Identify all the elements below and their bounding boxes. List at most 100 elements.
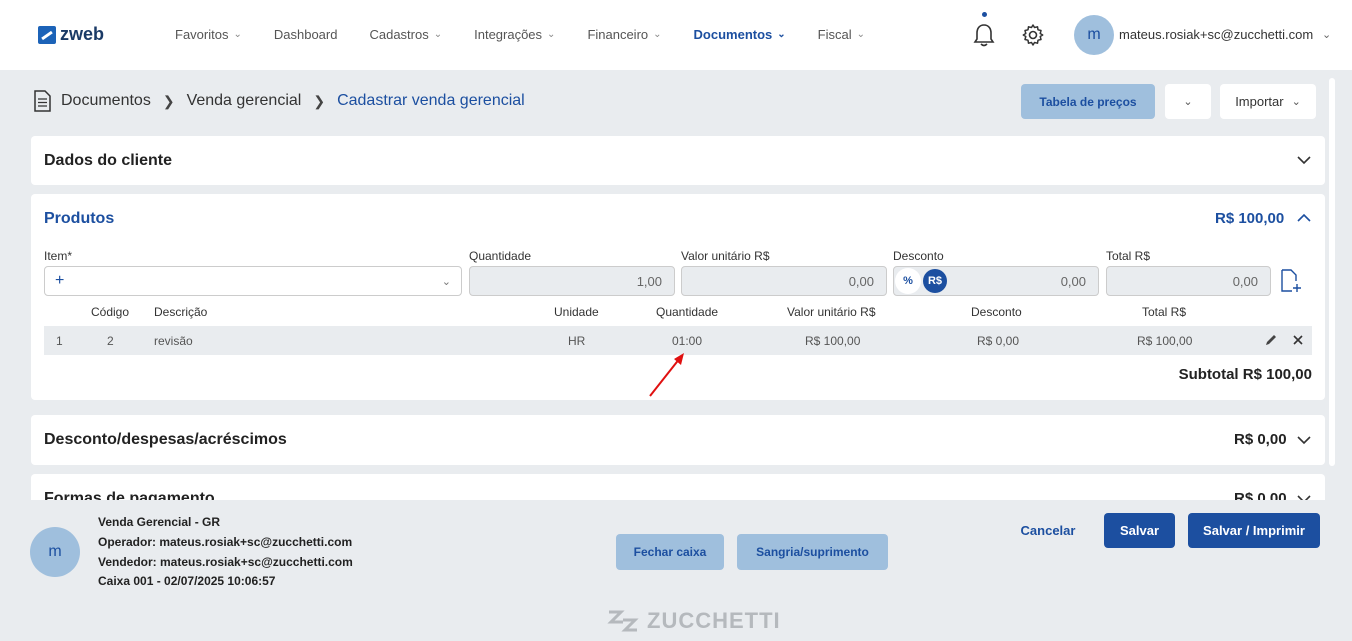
operator-avatar: m xyxy=(30,527,80,577)
chevron-right-icon: ❯ xyxy=(162,92,175,109)
zweb-logo[interactable]: zweb xyxy=(38,24,104,45)
breadcrumb: Documentos ❯ Venda gerencial ❯ Cadastrar… xyxy=(33,90,525,112)
section-title: Produtos xyxy=(44,210,115,227)
total-field: 0,00 xyxy=(1106,266,1271,296)
cancel-button[interactable]: Cancelar xyxy=(1010,513,1086,548)
chevron-up-icon[interactable] xyxy=(1297,213,1311,223)
breadcrumb-current: Cadastrar venda gerencial xyxy=(337,92,525,109)
footer-operador: Operador: mateus.rosiak+sc@zucchetti.com xyxy=(98,535,353,549)
col-codigo: Código xyxy=(91,305,130,319)
chevron-down-icon: ⌄ xyxy=(653,29,662,40)
nav-cadastros[interactable]: Cadastros ⌄ xyxy=(369,27,442,42)
chevron-down-icon: ⌄ xyxy=(777,29,786,40)
quantidade-label: Quantidade xyxy=(469,249,532,263)
breadcrumb-documentos[interactable]: Documentos xyxy=(61,92,151,110)
section-title: Dados do cliente xyxy=(44,152,173,169)
add-document-icon[interactable] xyxy=(1280,269,1302,293)
col-unidade: Unidade xyxy=(554,305,599,319)
desconto-value: 0,00 xyxy=(1060,273,1086,289)
col-quantidade: Quantidade xyxy=(656,305,719,319)
top-navigation-bar: zweb Favoritos ⌄ Dashboard Cadastros ⌄ Int… xyxy=(0,0,1352,70)
row-total: R$ 100,00 xyxy=(1137,334,1193,348)
chevron-down-icon: ⌄ xyxy=(856,29,865,40)
item-select[interactable]: + ⌄ xyxy=(44,266,462,296)
edit-icon[interactable] xyxy=(1264,333,1278,347)
nav-documentos[interactable]: Documentos ⌄ xyxy=(694,27,786,42)
zweb-logo-icon xyxy=(38,25,56,44)
chevron-down-icon: ⌄ xyxy=(433,29,443,40)
valor-unitario-label: Valor unitário R$ xyxy=(681,249,770,263)
chevron-down-icon[interactable] xyxy=(1297,155,1311,165)
annotation-arrow-icon xyxy=(649,353,684,397)
footer-caixa: Caixa 001 - 02/07/2025 10:06:57 xyxy=(98,574,276,588)
document-icon xyxy=(34,90,51,112)
col-valor-unitario: Valor unitário R$ xyxy=(787,305,876,319)
cliente-section[interactable]: Dados do cliente xyxy=(31,136,1325,185)
importar-button[interactable]: Importar ⌄ xyxy=(1220,84,1316,119)
nav-fiscal[interactable]: Fiscal ⌄ xyxy=(818,27,865,42)
nav-favoritos[interactable]: Favoritos ⌄ xyxy=(175,27,242,42)
fechar-caixa-button[interactable]: Fechar caixa xyxy=(616,534,724,570)
valor-unitario-field[interactable]: 0,00 xyxy=(681,266,887,296)
nav-label: Financeiro xyxy=(587,27,649,42)
produtos-total: R$ 100,00 xyxy=(1215,210,1285,227)
tabela-precos-button[interactable]: Tabela de preços xyxy=(1021,84,1155,119)
user-email[interactable]: mateus.rosiak+sc@zucchetti.com xyxy=(1119,27,1313,42)
row-codigo: 2 xyxy=(107,334,114,348)
actions-dropdown-button[interactable]: ⌄ xyxy=(1165,84,1211,119)
nav-integracoes[interactable]: Integrações ⌄ xyxy=(474,27,555,42)
nav-financeiro[interactable]: Financeiro ⌄ xyxy=(587,27,661,42)
quantidade-field[interactable]: 1,00 xyxy=(469,266,675,296)
nav-label: Favoritos xyxy=(175,27,229,42)
nav-label: Dashboard xyxy=(273,27,338,42)
desconto-currency-toggle[interactable]: R$ xyxy=(923,269,947,293)
pagamento-section-clip: Formas de pagamento R$ 0,00 xyxy=(31,474,1325,500)
desconto-percent-toggle[interactable]: % xyxy=(895,268,921,294)
chevron-down-icon[interactable]: ⌄ xyxy=(1322,28,1331,41)
chevron-down-icon[interactable] xyxy=(1297,435,1311,445)
nav-label: Integrações xyxy=(474,27,543,42)
row-valor: R$ 100,00 xyxy=(805,334,861,348)
bell-icon[interactable] xyxy=(972,22,996,48)
notification-dot xyxy=(982,12,987,17)
footer-vendedor: Vendedor: mateus.rosiak+sc@zucchetti.com xyxy=(98,555,353,569)
pagamento-section[interactable]: Formas de pagamento R$ 0,00 xyxy=(31,474,1325,500)
brand-text: ZUCCHETTI xyxy=(647,608,781,633)
col-desconto: Desconto xyxy=(971,305,1022,319)
chevron-down-icon: ⌄ xyxy=(1183,96,1193,108)
nav-label: Cadastros xyxy=(369,27,429,42)
plus-icon: + xyxy=(55,272,65,289)
sangria-suprimento-button[interactable]: Sangria/suprimento xyxy=(737,534,888,570)
main-nav: Favoritos ⌄ Dashboard Cadastros ⌄ Integraç… xyxy=(175,27,897,42)
subtotal: Subtotal R$ 100,00 xyxy=(1178,366,1312,383)
desconto-section[interactable]: Desconto/despesas/acréscimos R$ 0,00 xyxy=(31,415,1325,465)
chevron-down-icon[interactable] xyxy=(1297,494,1311,500)
importar-label: Importar xyxy=(1235,94,1284,109)
section-title: Formas de pagamento xyxy=(44,490,215,500)
item-label: Item* xyxy=(44,249,73,263)
logo-text: zweb xyxy=(60,24,105,44)
row-desconto: R$ 0,00 xyxy=(977,334,1020,348)
col-total: Total R$ xyxy=(1142,305,1187,319)
chevron-down-icon: ⌄ xyxy=(1291,96,1301,108)
row-unidade: HR xyxy=(568,334,586,348)
save-button[interactable]: Salvar xyxy=(1104,513,1175,548)
chevron-down-icon: ⌄ xyxy=(233,29,242,40)
gear-icon[interactable] xyxy=(1021,23,1045,47)
user-avatar[interactable]: m xyxy=(1074,15,1114,55)
section-title: Desconto/despesas/acréscimos xyxy=(44,431,287,448)
scrollbar[interactable] xyxy=(1329,78,1335,466)
row-descricao: revisão xyxy=(154,334,193,348)
desconto-total: R$ 0,00 xyxy=(1234,431,1287,448)
save-print-button[interactable]: Salvar / Imprimir xyxy=(1188,513,1320,548)
chevron-down-icon: ⌄ xyxy=(547,29,556,40)
produtos-section: Produtos R$ 100,00 Item* + ⌄ Quantidade … xyxy=(31,194,1325,400)
nav-dashboard[interactable]: Dashboard xyxy=(274,27,338,42)
pagamento-total: R$ 0,00 xyxy=(1234,490,1287,500)
total-label: Total R$ xyxy=(1106,249,1151,263)
breadcrumb-venda-gerencial[interactable]: Venda gerencial xyxy=(187,92,302,110)
close-icon[interactable] xyxy=(1293,335,1303,345)
row-quantidade: 01:00 xyxy=(672,334,703,348)
chevron-down-icon: ⌄ xyxy=(441,275,451,288)
desconto-label: Desconto xyxy=(893,249,944,263)
